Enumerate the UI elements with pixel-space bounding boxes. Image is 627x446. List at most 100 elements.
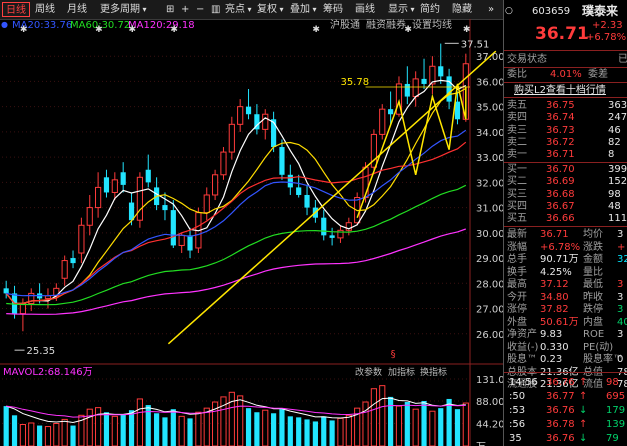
tick-volume: 98 <box>606 377 619 388</box>
stock-code: 603659 <box>532 6 571 17</box>
divider <box>504 97 627 98</box>
period-tab-5[interactable]: 复权 ▾ <box>254 2 287 17</box>
volume-button-1[interactable]: 加指标 <box>388 366 415 378</box>
stat-label: 均价 <box>583 229 603 240</box>
price-change-pct: +6.78% <box>586 32 627 43</box>
stat-label: 最高 <box>507 279 527 290</box>
news-star-icon[interactable]: ✱ <box>312 25 320 35</box>
dropdown-caret-icon: ▾ <box>140 5 147 14</box>
tick-time: 35 <box>509 433 522 444</box>
trendline[interactable] <box>167 50 497 345</box>
tick-price: 36.76 <box>546 377 575 388</box>
vertical-split-icon[interactable]: ▥ <box>208 2 223 17</box>
plus-icon[interactable]: + <box>178 2 192 17</box>
period-tab-3[interactable]: 更多周期 ▾ <box>97 2 150 17</box>
tick-price: 36.77 <box>546 391 575 402</box>
tick-time: :53 <box>509 405 526 416</box>
news-star-icon[interactable]: ✱ <box>463 25 471 35</box>
price-tick-label: 33.00 <box>476 153 503 164</box>
event-marker-icon[interactable]: § <box>391 349 396 360</box>
minus-icon[interactable]: − <box>193 2 207 17</box>
tick-volume: 139 <box>606 419 626 430</box>
stat-label: 量比 <box>583 266 603 278</box>
candle-body <box>162 205 168 211</box>
period-tab-10[interactable]: 简约 <box>417 2 443 17</box>
period-tab-7[interactable]: 筹码 <box>320 2 346 17</box>
buy-volume: 98 <box>608 188 621 200</box>
tick-price: 36.76 <box>546 433 575 444</box>
tick-price: 36.76 <box>546 405 575 416</box>
candle-body <box>228 123 235 153</box>
volume-bar <box>321 416 327 446</box>
volume-bar <box>287 416 293 446</box>
news-star-icon[interactable]: ✱ <box>20 25 28 35</box>
tick-arrow-icon: ↓ <box>579 405 588 416</box>
volume-button-0[interactable]: 改参数 <box>355 366 382 378</box>
period-tab-2[interactable]: 月线 <box>64 2 90 17</box>
volume-tick-label: 万 <box>476 442 486 446</box>
volume-bar <box>446 398 452 446</box>
volume-bar <box>337 417 344 446</box>
news-star-icon[interactable]: ✱ <box>170 25 178 35</box>
volume-bar <box>329 420 335 446</box>
candle-body <box>111 179 118 193</box>
sell-level-label: 卖五 <box>507 100 527 111</box>
buy-level-label: 买五 <box>507 213 527 225</box>
volume-bar <box>312 421 318 446</box>
candle-body <box>187 235 193 251</box>
volume-bar <box>19 424 26 446</box>
buy-level-label: 买一 <box>507 164 527 175</box>
candle-body <box>212 174 219 196</box>
volume-bar <box>11 415 18 446</box>
volume-bar <box>178 415 185 446</box>
chart-button-2[interactable]: 设置均线 <box>412 19 452 32</box>
stat-label: PE(动) <box>583 341 614 353</box>
toolbar-more-icon[interactable]: » <box>485 2 497 17</box>
stat-value: 36.71 <box>540 229 569 240</box>
candle-body <box>412 78 419 98</box>
stat-value: 90.71万 <box>540 254 579 265</box>
sell-level-label: 卖三 <box>507 124 527 136</box>
candle-body <box>136 176 143 221</box>
price-tick-label: 28.00 <box>476 279 503 290</box>
kline-chart[interactable]: 37.00 36.00 35.00 34.00 33.00 32.00 31.00 30.00… <box>0 19 503 446</box>
sell-price: 36.71 <box>546 149 575 161</box>
period-toolbar: 日线 周线 月线 更多周期 ▾ 亮点 ▾ 复权 ▾ 叠加 ▾ 筹码 画线 显示 ▾ 简约 隐藏 ⊞ + − ▥… <box>0 0 503 20</box>
volume-bar <box>128 410 135 446</box>
candle-body <box>237 106 244 125</box>
period-tab-0[interactable]: 日线 <box>2 2 30 17</box>
candle-body <box>220 151 227 176</box>
stat-value: 40 <box>617 316 627 328</box>
buy-l2-button[interactable]: 购买L2查看十档行情 <box>514 84 606 97</box>
volume-bar <box>187 418 193 446</box>
volume-bar <box>195 411 202 446</box>
volume-button-2[interactable]: 换指标 <box>420 366 447 378</box>
news-star-icon[interactable]: ✱ <box>95 25 103 35</box>
buy-level-label: 买三 <box>507 188 527 200</box>
period-tab-1[interactable]: 周线 <box>32 2 58 17</box>
period-tab-6[interactable]: 叠加 ▾ <box>287 2 320 17</box>
buy-price: 36.67 <box>546 200 575 212</box>
candle-body <box>245 106 252 115</box>
volume-bar <box>95 407 102 446</box>
volume-bar <box>454 409 461 446</box>
grid-icon[interactable]: ⊞ <box>163 2 177 17</box>
stat-value: +6.78% <box>540 241 581 253</box>
period-tab-8[interactable]: 画线 <box>352 2 378 17</box>
period-tab-4[interactable]: 亮点 ▾ <box>222 2 255 17</box>
chart-button-1[interactable]: 融资融券 <box>366 19 406 32</box>
price-tick-label: 35.00 <box>476 103 503 114</box>
news-star-icon[interactable]: ✱ <box>129 25 137 35</box>
stat-value: 4.25% <box>540 266 572 278</box>
period-tab-11[interactable]: 隐藏 <box>449 2 475 17</box>
weicha-label: 委差 <box>588 69 608 80</box>
volume-bar <box>228 391 235 446</box>
chart-button-0[interactable]: 沪股通 <box>330 19 360 32</box>
volume-bar <box>162 417 168 446</box>
stat-value: 32 <box>617 254 627 265</box>
buy-level-label: 买二 <box>507 176 527 188</box>
tick-time: :56 <box>509 419 526 430</box>
volume-bar <box>379 385 386 446</box>
period-tab-9[interactable]: 显示 ▾ <box>385 2 418 17</box>
candle-body <box>329 235 335 238</box>
